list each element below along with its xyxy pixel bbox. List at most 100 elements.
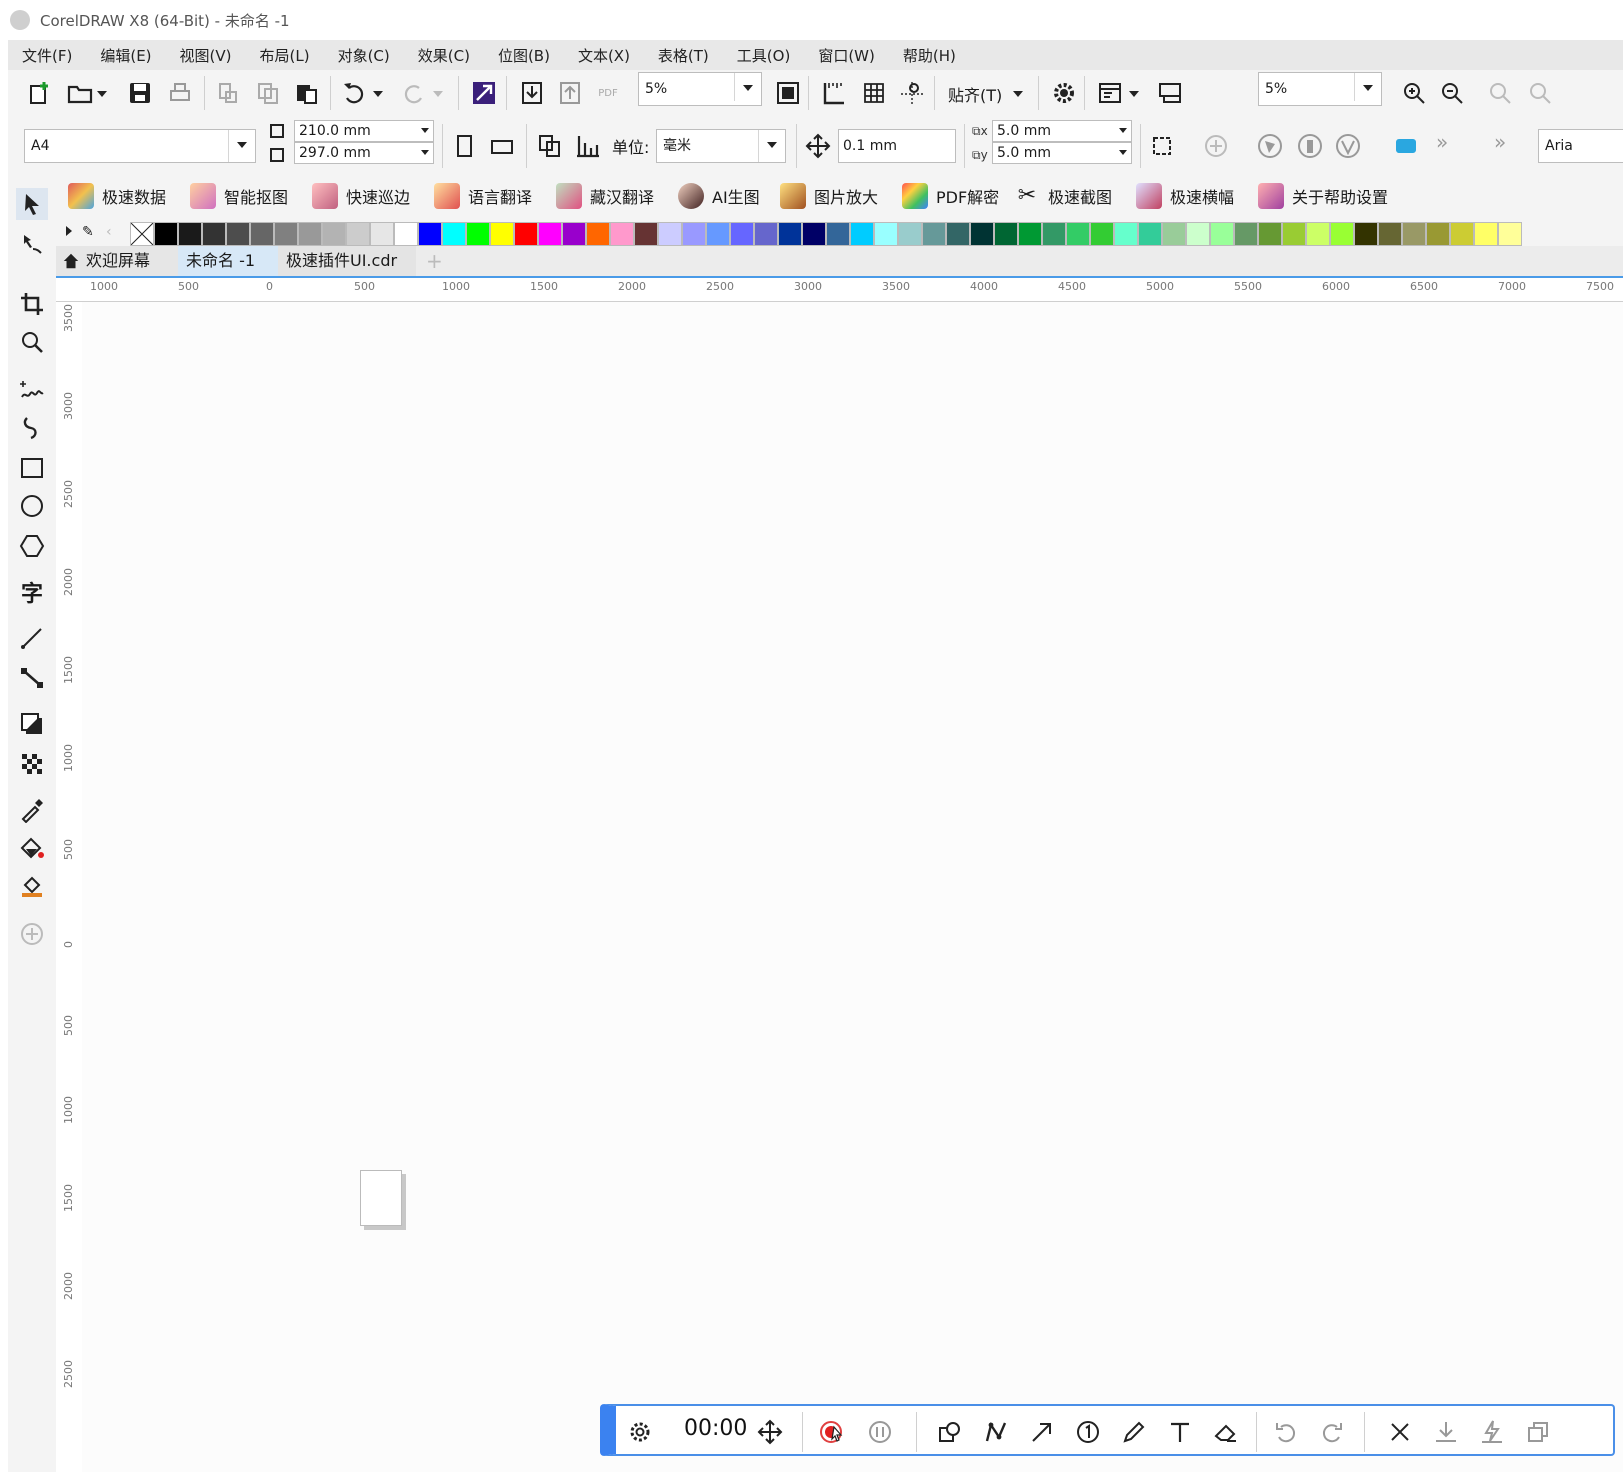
artistic-media-tool-icon[interactable] <box>16 412 48 444</box>
plugin-fast-data[interactable]: 极速数据 <box>68 176 166 216</box>
plugin-smart-cutout[interactable]: 智能抠图 <box>190 176 288 216</box>
show-guidelines-icon[interactable] <box>896 77 928 109</box>
plugin-language-translate[interactable]: 语言翻译 <box>434 176 532 216</box>
quick-save-lightning-icon[interactable] <box>1474 1414 1510 1450</box>
launcher-chevron-down-icon[interactable] <box>1124 77 1144 109</box>
tab-untitled-1[interactable]: 未命名 -1 <box>178 246 278 276</box>
color-swatch[interactable] <box>1138 222 1162 246</box>
snap-to-chevron-down-icon[interactable] <box>1008 77 1028 109</box>
color-swatch[interactable] <box>274 222 298 246</box>
color-swatch[interactable] <box>1306 222 1330 246</box>
smart-fill-tool-icon[interactable] <box>16 870 48 902</box>
palette-chevron-left-icon[interactable]: ‹ <box>106 224 112 240</box>
plugin-blue-icon[interactable] <box>1390 130 1422 162</box>
text-t-icon[interactable] <box>1162 1414 1198 1450</box>
new-document-icon[interactable] <box>24 77 56 109</box>
move-arrows-icon[interactable] <box>752 1414 788 1450</box>
show-grid-icon[interactable] <box>858 77 890 109</box>
parallel-dimension-tool-icon[interactable] <box>16 622 48 654</box>
portrait-orientation-icon[interactable] <box>448 130 480 162</box>
page-height-field[interactable]: 297.0 mm <box>294 142 434 164</box>
color-swatch[interactable] <box>250 222 274 246</box>
plugin-image-upscale[interactable]: 图片放大 <box>780 176 878 216</box>
menu-table[interactable]: 表格(T) <box>644 45 723 66</box>
plugin-about-help-settings[interactable]: 关于帮助设置 <box>1258 176 1388 216</box>
color-swatch[interactable] <box>778 222 802 246</box>
color-swatch[interactable] <box>898 222 922 246</box>
plugin-pdf-decrypt[interactable]: PDF解密 <box>902 176 999 216</box>
ellipse-tool-icon[interactable] <box>16 490 48 522</box>
show-rulers-icon[interactable] <box>818 77 850 109</box>
color-swatch[interactable] <box>802 222 826 246</box>
menu-object[interactable]: 对象(C) <box>324 45 404 66</box>
color-swatch[interactable] <box>634 222 658 246</box>
color-swatch[interactable] <box>1426 222 1450 246</box>
zoom-level-combo[interactable]: 5% <box>638 72 762 106</box>
print-icon[interactable] <box>164 77 196 109</box>
number-marker-icon[interactable] <box>1070 1414 1106 1450</box>
plugin-quick-edge[interactable]: 快速巡边 <box>312 176 410 216</box>
connector-tool-icon[interactable] <box>16 662 48 694</box>
full-screen-preview-icon[interactable] <box>772 77 804 109</box>
recorder-undo-icon[interactable] <box>1268 1414 1304 1450</box>
color-swatch[interactable] <box>418 222 442 246</box>
pencil-icon[interactable] <box>1116 1414 1152 1450</box>
color-swatch[interactable] <box>538 222 562 246</box>
color-eyedropper-tool-icon[interactable] <box>16 794 48 826</box>
color-swatch[interactable] <box>202 222 226 246</box>
palette-scroll-chevron-right-icon[interactable] <box>66 226 72 236</box>
color-swatch[interactable] <box>874 222 898 246</box>
search-content-icon[interactable] <box>468 77 500 109</box>
crop-tool-icon[interactable] <box>16 288 48 320</box>
color-swatch[interactable] <box>178 222 202 246</box>
application-launcher-icon[interactable] <box>1094 77 1126 109</box>
menu-view[interactable]: 视图(V) <box>166 45 246 66</box>
interactive-fill-tool-icon[interactable] <box>16 832 48 864</box>
record-icon[interactable] <box>814 1414 850 1450</box>
page-width-field[interactable]: 210.0 mm <box>294 120 434 142</box>
add-tool-plus-icon[interactable] <box>16 918 48 950</box>
menu-bitmaps[interactable]: 位图(B) <box>484 45 564 66</box>
unit-combo[interactable]: 毫米 <box>656 129 786 163</box>
color-swatch[interactable] <box>586 222 610 246</box>
color-swatch[interactable] <box>1018 222 1042 246</box>
color-swatch[interactable] <box>562 222 586 246</box>
export-icon[interactable] <box>554 77 586 109</box>
recorder-settings-gear-icon[interactable] <box>622 1414 658 1450</box>
polygon-tool-icon[interactable] <box>16 530 48 562</box>
zoom-in-icon[interactable] <box>1398 77 1430 109</box>
snap-to-label[interactable]: 贴齐(T) <box>948 82 1002 106</box>
menu-edit[interactable]: 编辑(E) <box>86 45 165 66</box>
page-size-combo[interactable]: A4 <box>24 129 256 163</box>
palette-eyedropper-icon[interactable]: ✎ <box>82 224 94 240</box>
color-swatch[interactable] <box>1234 222 1258 246</box>
menu-layout[interactable]: 布局(L) <box>246 45 324 66</box>
all-pages-layout-icon[interactable] <box>534 130 566 162</box>
nudge-distance-field[interactable]: 0.1 mm <box>838 129 956 163</box>
treat-as-filled-icon[interactable] <box>1146 130 1178 162</box>
tab-plugin-ui-cdr[interactable]: 极速插件UI.cdr <box>278 246 416 276</box>
vertical-ruler[interactable]: 3500 3000 2500 2000 1500 1000 500 0 500 1000 1500 2… <box>56 302 83 1472</box>
no-color-swatch[interactable] <box>130 222 154 246</box>
color-swatch[interactable] <box>1450 222 1474 246</box>
duplicate-distance-x-field[interactable]: 5.0 mm <box>992 120 1132 142</box>
cut-icon[interactable] <box>212 77 244 109</box>
color-swatch[interactable] <box>706 222 730 246</box>
welcome-screen-icon[interactable] <box>1154 77 1186 109</box>
color-swatch[interactable] <box>1162 222 1186 246</box>
horizontal-ruler[interactable]: 1000 500 0 500 1000 1500 2000 2500 3000 3500 4000 4… <box>56 276 1623 302</box>
zoom-to-all-objects-icon[interactable] <box>1524 77 1556 109</box>
text-tool-icon[interactable]: 字 <box>16 576 48 608</box>
color-swatch[interactable] <box>754 222 778 246</box>
overflow-chevron-right-icon-2[interactable]: » <box>1494 130 1506 154</box>
publish-pdf-icon[interactable]: PDF <box>592 77 624 109</box>
color-swatch[interactable] <box>1354 222 1378 246</box>
pick-tool-icon[interactable] <box>16 188 48 220</box>
color-swatch[interactable] <box>370 222 394 246</box>
color-swatch[interactable] <box>1186 222 1210 246</box>
tab-welcome-screen[interactable]: 欢迎屏幕 <box>56 246 178 276</box>
color-swatch[interactable] <box>610 222 634 246</box>
color-swatch[interactable] <box>1042 222 1066 246</box>
color-swatch[interactable] <box>946 222 970 246</box>
open-dropdown-chevron-down-icon[interactable] <box>92 77 112 109</box>
